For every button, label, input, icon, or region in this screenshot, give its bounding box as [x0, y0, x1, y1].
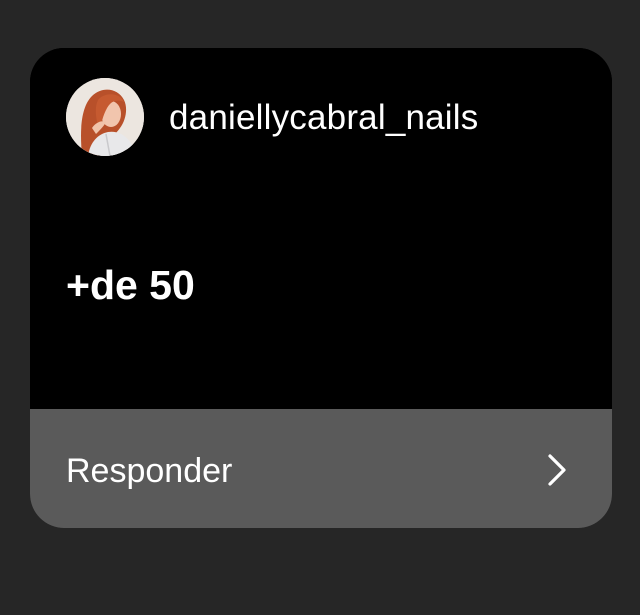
story-reply-card: daniellycabral_nails +de 50 Responder	[30, 48, 612, 528]
chevron-right-icon	[548, 454, 566, 486]
avatar-photo	[66, 78, 144, 156]
message-text: +de 50	[66, 262, 195, 308]
reply-label: Responder	[66, 452, 233, 490]
avatar[interactable]	[66, 78, 144, 156]
username[interactable]: daniellycabral_nails	[169, 96, 478, 140]
reply-button[interactable]: Responder	[30, 409, 612, 528]
card-header-area: daniellycabral_nails +de 50	[30, 48, 612, 409]
